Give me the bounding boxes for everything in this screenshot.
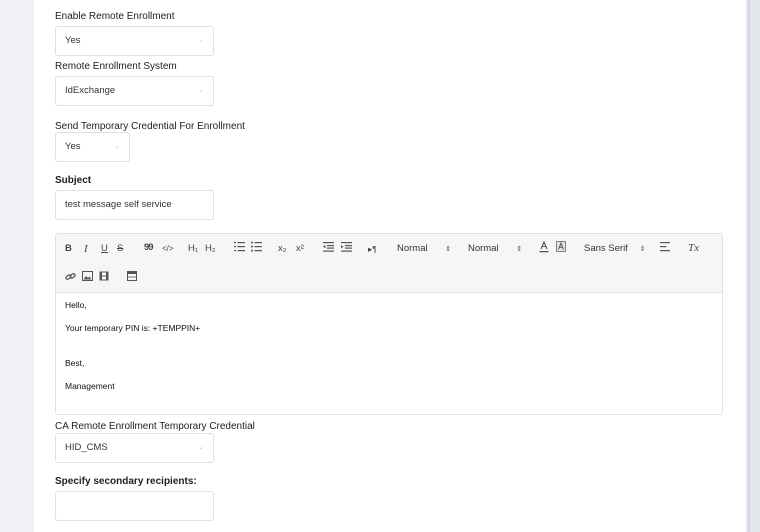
subject-input[interactable]: test message self service	[55, 190, 214, 220]
rich-text-editor[interactable]: B I U S 99 </> H₁ H₂ x₂ x² ▸¶ Normal ⇕ N…	[55, 233, 723, 415]
header-1-button[interactable]: H₁	[188, 243, 198, 255]
remote-enrollment-system-value: IdExchange	[65, 85, 116, 96]
font-family-select[interactable]: Sans Serif ⇕	[584, 243, 645, 256]
sort-arrows-icon: ⇕	[431, 246, 452, 253]
link-icon[interactable]	[65, 271, 76, 282]
bold-button[interactable]: B	[65, 243, 72, 255]
superscript-button[interactable]: x²	[296, 243, 304, 255]
indent-icon[interactable]	[341, 241, 352, 252]
bullet-list-icon[interactable]	[251, 241, 262, 252]
editor-line: Management	[65, 381, 115, 391]
secondary-recipients-label: Specify secondary recipients:	[55, 476, 197, 487]
code-block-button[interactable]: </>	[162, 243, 174, 255]
remote-enrollment-system-label: Remote Enrollment System	[55, 61, 177, 72]
remote-enrollment-system-select[interactable]: IdExchange ⌄	[55, 76, 214, 106]
direction-rtl-button[interactable]: ▸¶	[368, 243, 377, 255]
header-select[interactable]: Normal ⇕	[468, 243, 522, 256]
subject-label: Subject	[55, 175, 92, 186]
send-temp-credential-value: Yes	[65, 141, 81, 152]
scrollbar-track[interactable]	[746, 0, 760, 532]
chevron-down-icon: ⌄	[198, 87, 204, 94]
editor-toolbar: B I U S 99 </> H₁ H₂ x₂ x² ▸¶ Normal ⇕ N…	[56, 234, 722, 293]
enable-remote-enrollment-select[interactable]: Yes ⌄	[55, 26, 214, 56]
image-icon[interactable]	[82, 271, 93, 281]
chevron-down-icon: ⌄	[114, 143, 120, 150]
clean-format-button[interactable]: Tx	[688, 242, 699, 254]
ca-remote-enrollment-value: HID_CMS	[65, 442, 108, 453]
font-family-select-value: Sans Serif	[584, 243, 628, 254]
background-color-icon[interactable]	[556, 241, 566, 253]
sort-arrows-icon: ⇕	[502, 246, 523, 253]
video-icon[interactable]	[99, 271, 109, 281]
ordered-list-icon[interactable]	[234, 241, 245, 252]
align-icon[interactable]	[660, 241, 671, 252]
send-temp-credential-label: Send Temporary Credential For Enrollment	[55, 121, 245, 132]
ca-remote-enrollment-label: CA Remote Enrollment Temporary Credentia…	[55, 421, 255, 432]
font-color-icon[interactable]	[539, 241, 549, 253]
size-select-value: Normal	[397, 243, 428, 254]
chevron-down-icon: ⌄	[198, 444, 204, 451]
header-2-button[interactable]: H₂	[205, 243, 216, 255]
chevron-down-icon: ⌄	[198, 37, 204, 44]
header-select-value: Normal	[468, 243, 499, 254]
enable-remote-enrollment-label: Enable Remote Enrollment	[55, 11, 175, 22]
enable-remote-enrollment-value: Yes	[65, 35, 81, 46]
editor-line: Your temporary PIN is: +TEMPPIN+	[65, 323, 201, 333]
ca-remote-enrollment-select[interactable]: HID_CMS ⌄	[55, 433, 214, 463]
send-temp-credential-select[interactable]: Yes ⌄	[55, 132, 130, 162]
sort-arrows-icon: ⇕	[631, 246, 646, 253]
subscript-button[interactable]: x₂	[278, 243, 286, 255]
scrollbar-divider	[748, 0, 750, 532]
table-icon[interactable]	[127, 271, 137, 281]
italic-button[interactable]: I	[84, 243, 88, 255]
editor-line: Hello,	[65, 300, 87, 310]
size-select[interactable]: Normal ⇕	[397, 243, 451, 256]
underline-button[interactable]: U	[101, 243, 108, 255]
secondary-recipients-input[interactable]	[55, 491, 214, 521]
editor-line: Best,	[65, 358, 85, 368]
strike-button[interactable]: S	[117, 243, 123, 255]
blockquote-button[interactable]: 99	[144, 242, 154, 254]
outdent-icon[interactable]	[323, 241, 334, 252]
